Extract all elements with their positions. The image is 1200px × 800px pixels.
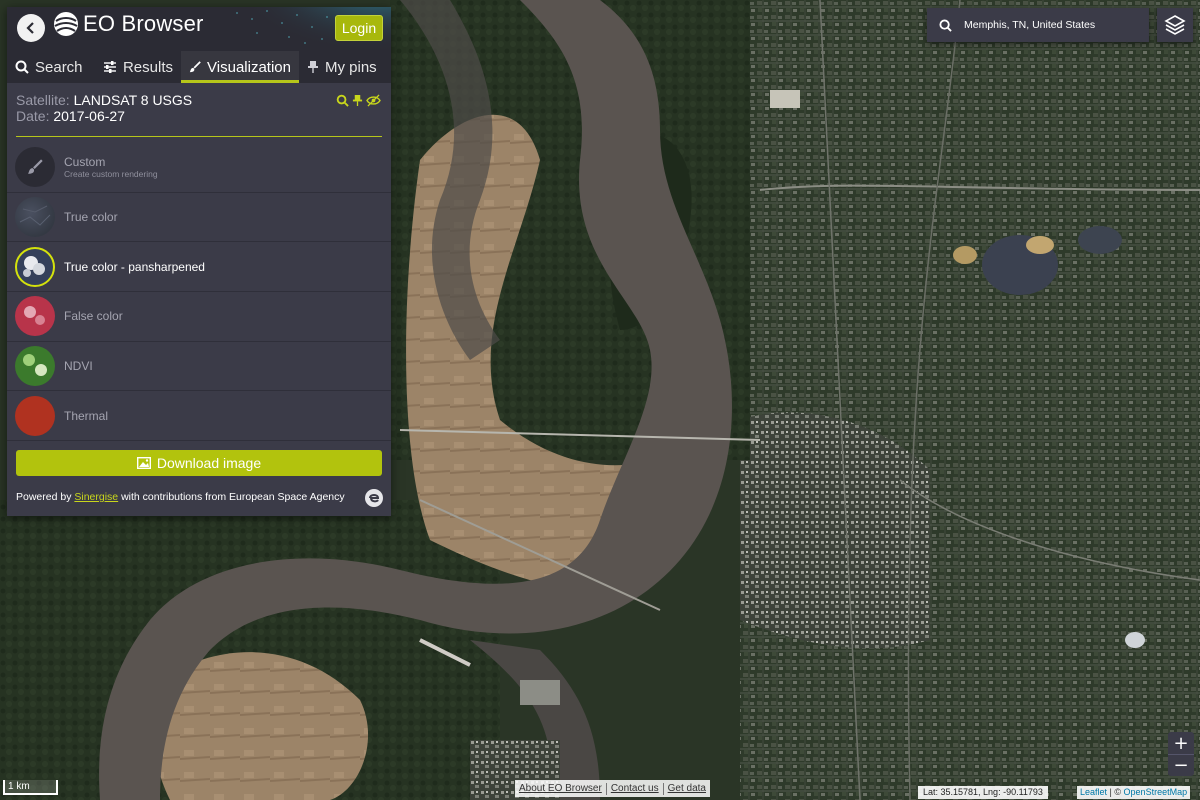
- download-label: Download image: [156, 455, 262, 471]
- ndvi-texture: [23, 354, 47, 377]
- date-label: Date:: [16, 108, 50, 124]
- search-icon: [938, 18, 952, 32]
- tab-label: My pins: [325, 58, 377, 76]
- back-button[interactable]: [17, 14, 45, 42]
- layer-title: False color: [64, 309, 123, 324]
- brush-icon: [189, 61, 201, 73]
- layer-text: Thermal: [64, 409, 108, 423]
- date-line: Date: 2017-06-27: [16, 108, 382, 124]
- pin-icon[interactable]: [352, 94, 363, 107]
- layer-true-color-pansharpened[interactable]: True color - pansharpened: [7, 242, 391, 293]
- powered-by-text: Powered by Sinergise with contributions …: [16, 491, 345, 503]
- custom-thumb: [15, 147, 55, 188]
- layer-title: True color: [64, 210, 118, 225]
- download-image-button[interactable]: Download image: [16, 450, 382, 476]
- search-icon: [15, 60, 29, 74]
- sinergise-link[interactable]: Sinergise: [74, 491, 118, 503]
- layer-text: Custom Create custom rendering: [64, 155, 158, 180]
- layer-true-color[interactable]: True color: [7, 193, 391, 243]
- tab-bar: Search Results Visualization My pins: [7, 51, 391, 83]
- zoom-out-button[interactable]: −: [1168, 754, 1194, 776]
- eo-globe-icon: [54, 12, 78, 36]
- date-value: 2017-06-27: [53, 108, 125, 124]
- eye-slash-icon[interactable]: [366, 94, 381, 107]
- leaflet-link[interactable]: Leaflet: [1080, 787, 1107, 797]
- panel-header: EO Browser Login Search Results Visualiz…: [7, 7, 391, 83]
- login-button[interactable]: Login: [335, 15, 383, 41]
- scene-actions: [336, 94, 381, 107]
- layer-thermal[interactable]: Thermal: [7, 391, 391, 442]
- true-color-texture: [19, 205, 51, 226]
- tab-results[interactable]: Results: [95, 51, 181, 83]
- layer-subtitle: Create custom rendering: [64, 168, 158, 179]
- image-icon: [136, 457, 151, 469]
- false-color-texture: [24, 306, 45, 326]
- layer-title: True color - pansharpened: [64, 259, 205, 274]
- false-color-thumb: [15, 296, 55, 337]
- tab-label: Search: [35, 58, 83, 76]
- powered-prefix: Powered by: [16, 491, 72, 503]
- satellite-label: Satellite:: [16, 92, 70, 108]
- search-button[interactable]: [927, 8, 963, 42]
- powered-suffix: with contributions from European Space A…: [121, 491, 345, 503]
- about-link[interactable]: About EO Browser: [515, 783, 606, 794]
- attribution-separator: | ©: [1109, 787, 1122, 797]
- divider: [16, 136, 382, 137]
- sliders-icon: [103, 61, 116, 73]
- contact-link[interactable]: Contact us: [607, 783, 663, 794]
- layer-custom[interactable]: Custom Create custom rendering: [7, 143, 391, 193]
- layer-text: False color: [64, 309, 123, 323]
- satellite-line: Satellite: LANDSAT 8 USGS: [16, 92, 382, 108]
- app-title: EO Browser: [83, 11, 204, 36]
- footer-links: About EO Browser Contact us Get data: [515, 780, 710, 797]
- zoom-to-icon[interactable]: [336, 94, 349, 107]
- tab-label: Visualization: [207, 58, 291, 76]
- scene-info: Satellite: LANDSAT 8 USGS Date: 2017-06-…: [7, 83, 391, 139]
- map-attribution: Leaflet | © OpenStreetMap: [1077, 786, 1191, 799]
- app-logo[interactable]: EO Browser: [53, 11, 204, 37]
- tab-search[interactable]: Search: [7, 51, 95, 83]
- layers-icon: [1164, 15, 1186, 35]
- get-data-link[interactable]: Get data: [664, 783, 710, 794]
- cursor-coordinates: Lat: 35.15781, Lng: -90.11793: [918, 786, 1048, 799]
- zoom-control: + −: [1168, 732, 1194, 776]
- chevron-left-icon: [26, 22, 34, 34]
- layer-text: NDVI: [64, 359, 93, 373]
- layer-title: Thermal: [64, 408, 109, 423]
- pansharpened-thumb: [15, 246, 55, 287]
- layer-text: True color - pansharpened: [64, 260, 205, 274]
- layer-false-color[interactable]: False color: [7, 292, 391, 342]
- visualization-layer-list: Custom Create custom rendering True colo…: [7, 143, 391, 442]
- side-panel: EO Browser Login Search Results Visualiz…: [7, 7, 391, 516]
- map-scale-bar: 1 km: [3, 780, 58, 795]
- esa-logo-icon[interactable]: [364, 488, 384, 508]
- layer-text: True color: [64, 210, 118, 224]
- osm-link[interactable]: OpenStreetMap: [1124, 787, 1188, 797]
- layer-title: Custom: [64, 154, 106, 169]
- pansharpened-texture: [23, 255, 45, 277]
- ndvi-thumb: [15, 346, 55, 387]
- brush-icon: [28, 159, 43, 175]
- zoom-in-button[interactable]: +: [1168, 732, 1194, 754]
- location-search-input[interactable]: [963, 8, 1149, 42]
- satellite-value: LANDSAT 8 USGS: [73, 92, 193, 108]
- true-color-thumb: [15, 197, 55, 238]
- location-search: [927, 8, 1149, 42]
- pin-icon: [308, 61, 318, 73]
- map-layers-button[interactable]: [1157, 8, 1193, 42]
- thermal-thumb: [15, 395, 55, 436]
- layer-title: NDVI: [64, 359, 93, 374]
- tab-label: Results: [122, 58, 173, 76]
- layer-ndvi[interactable]: NDVI: [7, 342, 391, 392]
- tab-visualization[interactable]: Visualization: [181, 51, 299, 83]
- tab-my-pins[interactable]: My pins: [299, 51, 391, 83]
